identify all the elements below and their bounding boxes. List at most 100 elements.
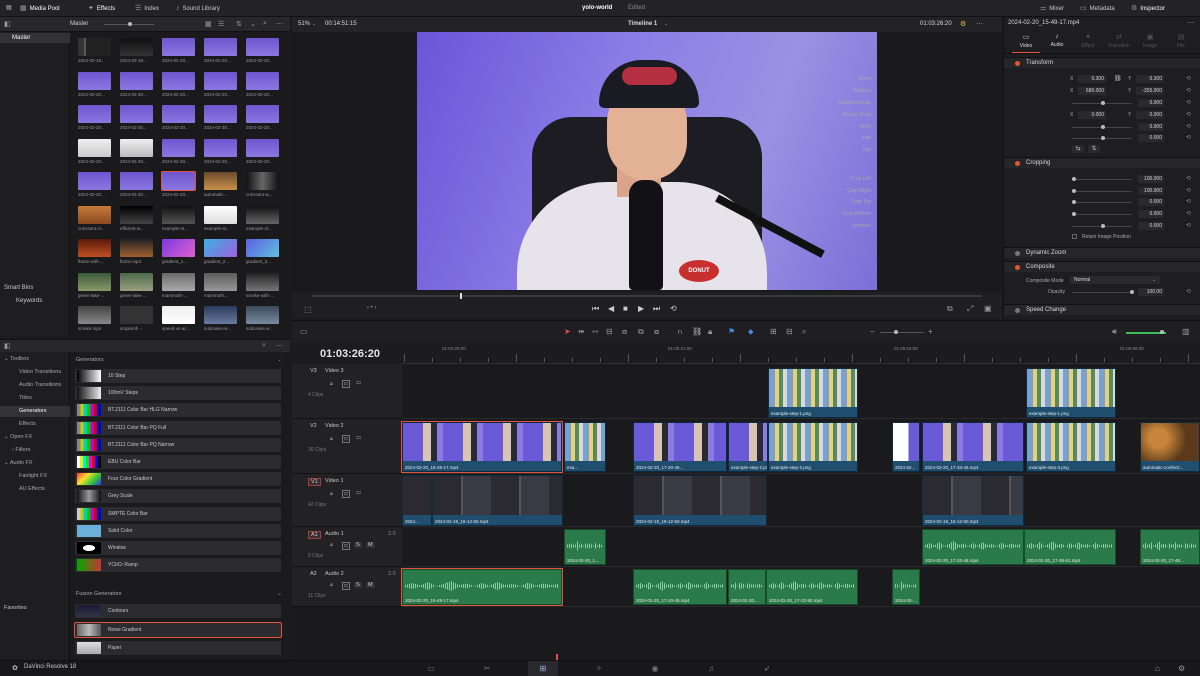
solo-button[interactable]: S [354,542,362,548]
mixer-button[interactable]: ⚌ Mixer [1040,0,1064,17]
track-name[interactable]: Audio 2 [325,571,344,577]
media-clip-thumbnail[interactable] [204,239,237,257]
media-clip-thumbnail[interactable] [204,205,237,224]
track-id[interactable]: A2 [308,571,319,577]
media-pool-button[interactable]: ▦ Media Pool [20,0,60,17]
play-icon[interactable]: ▶ [638,304,644,313]
timeline-zoom-knob[interactable] [894,330,898,334]
reset-icon[interactable]: ⟲ [1186,198,1191,205]
playhead-marker[interactable] [556,654,558,660]
fairlight-page-icon[interactable]: ♫ [696,661,726,676]
media-clip-thumbnail[interactable] [162,38,195,56]
generator-item[interactable]: 10 Step [75,369,281,383]
generator-item[interactable]: BT.2111 Color Bar HLG Narrow [75,403,281,418]
auto-track-icon[interactable]: ⊡ [342,490,350,498]
audio-clip[interactable]: 2024-02-20_17-20-45.mp4 [633,569,727,605]
zoom-in-icon[interactable]: + [928,327,933,336]
reset-icon[interactable]: ⟲ [1186,134,1191,141]
zoom-detail-icon[interactable]: ⊟ [786,327,793,336]
media-clip-thumbnail[interactable] [78,272,111,291]
property-slider-knob[interactable] [1072,212,1076,216]
property-slider[interactable] [1072,202,1132,203]
generator-item[interactable]: EBU Color Bar [75,455,281,469]
scrubber-bar[interactable] [312,295,982,297]
scrubber-playhead[interactable] [460,293,462,299]
trim-tool-icon[interactable]: ⇹ [578,327,585,336]
property-slider-knob[interactable] [1072,189,1076,193]
timeline-dropdown-icon[interactable]: ⌄ [664,21,668,27]
timeline-ruler[interactable]: 01:04:20:00 01:05:12:00 01:06:04:00 01:06:5… [402,342,1200,364]
media-clip-thumbnail[interactable] [204,306,237,324]
media-clip-thumbnail[interactable] [246,205,279,224]
tree-video-transitions[interactable]: Video Transitions [19,369,61,375]
media-clip-thumbnail[interactable] [204,172,237,190]
tree-titles[interactable]: Titles [19,395,32,401]
tree-toolbox[interactable]: ⌄ Toolbox [4,356,29,362]
property-value-field[interactable]: 0.000 [1138,210,1164,218]
go-to-start-icon[interactable]: ⏮ [592,304,599,314]
video-clip[interactable]: 2024-02-20_17-20-45... [633,422,727,472]
property-value-field[interactable]: 0.000 [1138,222,1164,230]
property-slider-knob[interactable] [1101,224,1105,228]
viewer-more-icon[interactable]: ⋯ [976,20,983,28]
media-clip-thumbnail[interactable] [246,172,279,190]
cropping-enable-icon[interactable] [1015,161,1020,166]
play-reverse-icon[interactable]: ◀ [608,304,614,313]
tree-audio-fx[interactable]: ⌄ Audio FX [4,460,32,466]
panel-toggle-icon[interactable]: ◧ [4,342,11,350]
zoom-custom-icon[interactable]: ⌕ [802,327,806,337]
search-icon[interactable]: ⌕ [263,20,267,28]
media-page-icon[interactable]: ▭ [416,661,446,676]
track-header-v2[interactable]: V2 Video 2 🔒︎ ⊡ ▭ 36 Clips [292,419,402,474]
match-frame-icon[interactable]: ⧉ [947,304,953,314]
property-value-field[interactable]: 100.000 [1138,175,1164,183]
track-visibility-icon[interactable]: ▭ [356,380,361,386]
video-clip[interactable]: example-step-2.png [768,422,858,472]
video-clip[interactable]: 2024-02-20_15-49-17.mp4 [401,421,563,473]
smart-bin-keywords[interactable]: Keywords [16,298,42,304]
speed-change-enable-icon[interactable] [1015,308,1020,313]
media-clip-thumbnail[interactable] [120,138,153,157]
track-name[interactable]: Audio 1 [325,531,344,537]
tree-au-effects[interactable]: AU Effects [19,486,45,492]
property-slider[interactable] [1072,191,1132,192]
tree-generators[interactable]: Generators [0,406,70,417]
media-clip-thumbnail[interactable] [246,71,279,90]
overwrite-clip-icon[interactable]: ⧉ [638,327,644,337]
generator-item[interactable]: BT.2111 Color Bar PQ Narrow [75,437,281,452]
flip-horizontal-icon[interactable]: ⇆ [1072,145,1084,153]
dynamic-zoom-header[interactable]: Dynamic Zoom [1004,247,1200,258]
track-id[interactable]: A1 [308,531,321,539]
reset-icon[interactable]: ⟲ [1186,187,1191,194]
composite-mode-select[interactable]: Normal ⌄ [1070,276,1160,284]
zoom-link-icon[interactable]: ⛓ [1114,75,1122,82]
track-lock-icon[interactable]: 🔒︎ [330,491,333,498]
timeline-view-options-icon[interactable]: ▭ [300,327,308,336]
flag-icon[interactable]: ⚑ [728,327,735,336]
media-clip-thumbnail[interactable] [120,71,153,90]
media-clip-thumbnail[interactable] [120,205,153,224]
video-clip[interactable]: example-step-2.png [728,422,768,472]
y-value-field[interactable]: 0.000 [1136,111,1164,119]
marker-icon[interactable]: ⬥ [748,327,754,337]
audio-clip[interactable]: 2024-02-20_17-38-51.mp4 [1024,529,1116,565]
property-value-field[interactable]: 0.000 [1138,198,1164,206]
audio-clip[interactable]: 2024-02-20_17-22-50.mp4 [766,569,858,605]
fusion-generator-item[interactable]: Noise Gradient [74,621,282,638]
track-lock-icon[interactable]: 🔒︎ [330,542,333,549]
video-viewer[interactable]: DONUT [292,32,1002,292]
media-clip-thumbnail[interactable] [162,306,195,324]
fusion-page-icon[interactable]: ✧ [584,661,614,676]
more-options-icon[interactable]: ⋯ [276,20,283,28]
media-clip-thumbnail[interactable] [78,38,111,56]
track-id[interactable]: V3 [308,368,319,374]
video-clip[interactable]: 2024-02... [892,422,920,472]
reset-icon[interactable]: ⟲ [1186,99,1191,106]
track-header-a1[interactable]: A1 Audio 1 2.0 🔒︎ ⊡ S M 9 Clips [292,527,402,567]
zoom-full-icon[interactable]: ⊞ [770,327,777,336]
tree-open-fx[interactable]: ⌄ Open FX [4,434,32,440]
inspector-tab-image[interactable]: ▣ Image [1136,33,1164,53]
property-value-field[interactable]: 100.000 [1138,187,1164,195]
bin-master[interactable]: Master [12,35,30,41]
media-clip-thumbnail[interactable] [78,239,111,257]
